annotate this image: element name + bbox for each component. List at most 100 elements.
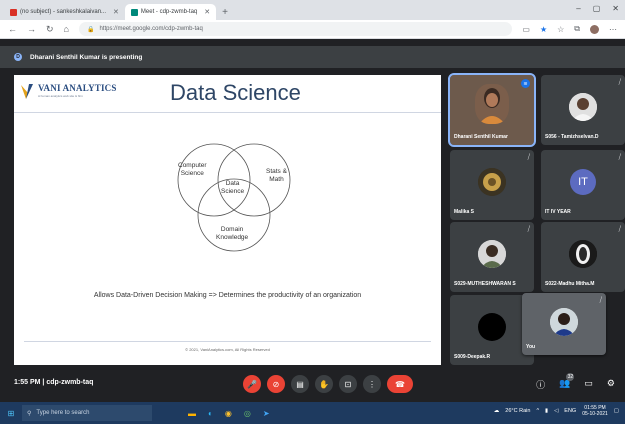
windows-start-icon[interactable]: ⊞ xyxy=(0,402,22,424)
participant-avatar xyxy=(569,240,597,269)
vani-logo-icon xyxy=(21,84,33,99)
microphone-button[interactable]: 🎤 xyxy=(243,375,261,393)
venn-label-computer-science: Computer Science xyxy=(178,162,207,177)
collections-icon[interactable]: ⧉ xyxy=(574,24,580,34)
volume-icon[interactable]: ◁ xyxy=(554,408,558,414)
screen: (no subject) - sankeshkalaivan... ✕ Meet… xyxy=(0,0,625,424)
meeting-code: cdp-zwmb-taq xyxy=(46,379,94,386)
whatsapp-icon[interactable]: ◎ xyxy=(244,409,251,418)
person-video-icon xyxy=(569,93,597,122)
favorites-icon[interactable]: ☆ xyxy=(557,25,564,34)
search-placeholder: Type here to search xyxy=(36,410,90,416)
new-tab-button[interactable]: + xyxy=(216,7,234,20)
address-bar: ← → ↻ ⌂ 🔒 https://meet.google.com/cdp-zw… xyxy=(0,20,625,39)
close-window-button[interactable]: ✕ xyxy=(612,4,619,13)
file-explorer-icon[interactable]: ▬ xyxy=(188,409,196,418)
url-field[interactable]: 🔒 https://meet.google.com/cdp-zwmb-taq xyxy=(78,22,513,36)
home-icon[interactable]: ⌂ xyxy=(64,24,69,34)
browser-tab-bar: (no subject) - sankeshkalaivan... ✕ Meet… xyxy=(0,0,625,20)
meet-icon xyxy=(130,8,138,16)
self-label: You xyxy=(526,344,536,350)
camera-button[interactable]: ⊘ xyxy=(267,375,285,393)
notifications-icon[interactable]: ▢ xyxy=(614,408,619,414)
participant-tile[interactable]: ≋ Dharani Senthil Kumar xyxy=(448,73,536,147)
network-icon[interactable]: ▮ xyxy=(545,408,548,414)
participant-tile[interactable]: ⧸ S029-MUTHESHWARAN S xyxy=(450,222,534,292)
self-view-tile[interactable]: ⧸ You xyxy=(522,293,606,355)
meeting-details-icon[interactable]: ⓘ xyxy=(536,378,545,391)
logo-subtext: A human analytics web site & firm xyxy=(38,94,83,98)
taskbar-search[interactable]: ⚲ Type here to search xyxy=(22,405,152,421)
weather-text[interactable]: 26°C Rain xyxy=(505,408,530,414)
participant-tile[interactable]: ⧸ S022-Madhu Mitha.M xyxy=(541,222,625,292)
participant-video xyxy=(569,93,597,122)
activities-icon[interactable]: ⚙ xyxy=(607,378,615,391)
tab-label: (no subject) - sankeshkalaivan... xyxy=(20,9,107,15)
close-tab-icon[interactable]: ✕ xyxy=(113,8,119,16)
browser-tab-gmail[interactable]: (no subject) - sankeshkalaivan... ✕ xyxy=(4,4,125,20)
venn-label-stats-math: Stats & Math xyxy=(266,168,287,183)
back-icon[interactable]: ← xyxy=(8,24,17,34)
slide-title: Data Science xyxy=(170,80,301,105)
participant-tile[interactable]: ⧸ Malika S xyxy=(450,150,534,220)
presenter-icon: D xyxy=(14,53,22,61)
language-indicator[interactable]: ENG xyxy=(564,408,576,414)
url-text: https://meet.google.com/cdp-zwmb-taq xyxy=(99,26,203,32)
speaking-indicator-icon: ≋ xyxy=(521,79,530,88)
toolbar-buttons: ▭ ★ ☆ ⧉ ⋯ xyxy=(522,24,617,34)
telegram-icon[interactable]: ➤ xyxy=(263,409,270,418)
people-button[interactable]: 👥 32 xyxy=(559,373,575,391)
participant-initials: IT xyxy=(570,169,596,196)
chat-icon[interactable]: ▭ xyxy=(584,378,593,391)
raise-hand-button[interactable]: ✋ xyxy=(315,375,333,393)
person-video-icon xyxy=(550,307,578,336)
search-icon: ⚲ xyxy=(27,410,32,417)
window-controls: – ▢ ✕ xyxy=(576,4,619,13)
mic-off-icon: ⧸ xyxy=(527,154,530,161)
mic-off-icon: ⧸ xyxy=(527,226,530,233)
system-tray: ☁ 26°C Rain ^ ▮ ◁ ENG 01:55 PM 05-10-202… xyxy=(494,405,619,417)
self-video xyxy=(550,307,578,336)
maximize-button[interactable]: ▢ xyxy=(593,4,601,13)
meet-control-bar: 1:55 PM | cdp-zwmb-taq 🎤 ⊘ ▤ ✋ ⊡ ⋮ ☎ ⓘ 👥… xyxy=(0,370,625,400)
camera-icon[interactable]: ▭ xyxy=(522,25,530,34)
close-tab-icon[interactable]: ✕ xyxy=(204,8,210,16)
bookmark-star-icon[interactable]: ★ xyxy=(540,25,547,34)
presentation-slide: VANI ANALYTICS A human analytics web sit… xyxy=(14,75,441,365)
browser-tab-meet[interactable]: Meet - cdp-zwmb-taq ✕ xyxy=(124,4,217,20)
more-options-button[interactable]: ⋮ xyxy=(363,375,381,393)
reload-icon[interactable]: ↻ xyxy=(46,24,54,35)
mic-off-icon: ⧸ xyxy=(618,226,621,233)
minimize-button[interactable]: – xyxy=(576,4,580,13)
avatar-image-icon xyxy=(478,240,506,269)
participant-name: IT IV YEAR xyxy=(545,209,571,215)
participant-video xyxy=(475,84,509,125)
mic-off-icon: ⧸ xyxy=(618,154,621,161)
meet-side-controls: ⓘ 👥 32 ▭ ⚙ xyxy=(536,373,615,391)
call-controls: 🎤 ⊘ ▤ ✋ ⊡ ⋮ ☎ xyxy=(243,375,413,393)
participant-tile[interactable]: ⧸ S056 - Tamizhselvan.D xyxy=(541,75,625,145)
profile-avatar[interactable] xyxy=(590,24,599,34)
participant-avatar xyxy=(478,240,506,269)
clock-date: 05-10-2021 xyxy=(582,411,608,417)
gmail-icon xyxy=(10,8,17,16)
participant-name: Malika S xyxy=(454,209,475,215)
forward-icon[interactable]: → xyxy=(27,24,36,34)
edge-icon[interactable]: ◐ xyxy=(208,409,213,418)
separator: | xyxy=(42,379,45,386)
participant-avatar xyxy=(478,313,506,342)
slide-header: VANI ANALYTICS A human analytics web sit… xyxy=(14,75,441,113)
avatar-image-icon xyxy=(478,168,506,197)
venn-circles xyxy=(177,143,291,252)
participant-tile[interactable]: IT ⧸ IT IV YEAR xyxy=(541,150,625,220)
captions-button[interactable]: ▤ xyxy=(291,375,309,393)
tray-chevron-icon[interactable]: ^ xyxy=(536,408,539,414)
present-button[interactable]: ⊡ xyxy=(339,375,357,393)
slide-footer-divider xyxy=(24,341,431,342)
more-menu-icon[interactable]: ⋯ xyxy=(609,25,617,34)
avatar-image-icon xyxy=(569,240,597,269)
taskbar-clock[interactable]: 01:55 PM 05-10-2021 xyxy=(582,405,608,417)
chrome-icon[interactable]: ◉ xyxy=(225,409,232,418)
end-call-button[interactable]: ☎ xyxy=(387,375,413,393)
participant-name: S009-Deepak.R xyxy=(454,354,491,360)
